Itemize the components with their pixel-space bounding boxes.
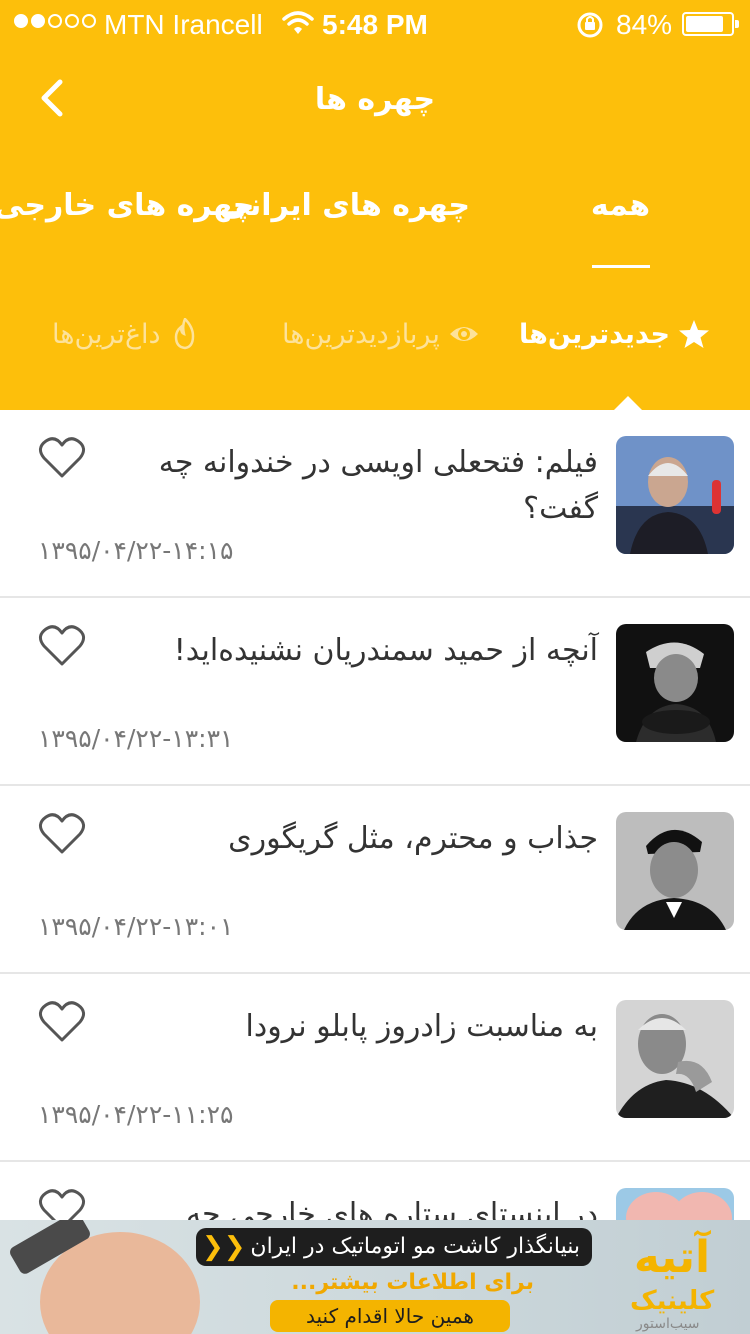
battery-percent: 84% [616,9,673,40]
watermark: سیب‌استور [636,1316,700,1332]
sort-tab-hottest[interactable]: داغ‌ترین‌ها [52,318,201,350]
signal-dot [65,14,79,28]
status-bar: MTN Irancell 5:48 PM 84% [0,0,750,50]
signal-strength-icon [14,14,96,28]
sort-selected-pointer [614,396,642,410]
page-title: چهره ها [314,82,436,117]
heart-icon[interactable] [38,812,86,856]
article-date: ۱۳۹۵/۰۴/۲۲-۱۱:۲۵ [38,1100,234,1129]
signal-dot [82,14,96,28]
heart-icon[interactable] [38,1000,86,1044]
article-thumbnail [616,1000,734,1118]
article-thumbnail [616,436,734,554]
star-icon [679,320,709,348]
ad-brand-logo: آتیه [633,1232,711,1283]
tab-selected-indicator [592,265,650,268]
ad-cta-button[interactable]: همین حالا اقدام کنید [270,1300,510,1332]
clock: 5:48 PM [322,9,428,40]
battery-icon [682,12,739,36]
article-title[interactable]: فیلم: فتحعلی اویسی در خندوانه چه گفت؟ [158,440,598,532]
tab-iranian-faces[interactable]: چهره های ایرانی [220,188,470,223]
list-item[interactable]: فیلم: فتحعلی اویسی در خندوانه چه گفت؟ ۱۳… [0,410,750,598]
list-item[interactable]: جذاب و محترم، مثل گریگوری ۱۳۹۵/۰۴/۲۲-۱۳:… [0,786,750,974]
article-date: ۱۳۹۵/۰۴/۲۲-۱۳:۰۱ [38,912,234,941]
list-item[interactable]: به مناسبت زادروز پابلو نرودا ۱۳۹۵/۰۴/۲۲-… [0,974,750,1162]
eye-icon [449,327,478,341]
article-date: ۱۳۹۵/۰۴/۲۲-۱۴:۱۵ [38,536,234,565]
sort-tab-most-viewed[interactable]: پربازدیدترین‌ها [282,318,480,350]
tab-foreign-faces[interactable]: چهره های خارجی [0,188,254,223]
flame-icon [174,318,194,350]
app-header: MTN Irancell 5:48 PM 84% چهره ها همه چهر… [0,0,750,410]
ad-brand-subtitle: کلینیک [630,1286,715,1316]
ad-headline: بنیانگذار کاشت مو اتوماتیک در ایران [196,1228,592,1266]
list-item[interactable]: آنچه از حمید سمندریان نشنیده‌اید! ۱۳۹۵/۰… [0,598,750,786]
signal-dot [14,14,28,28]
sort-tab-hottest-label: داغ‌ترین‌ها [52,318,161,350]
article-thumbnail [616,624,734,742]
tab-all[interactable]: همه [591,188,650,223]
article-title[interactable]: به مناسبت زادروز پابلو نرودا [158,1004,599,1050]
sort-tab-newest-label: جدیدترین‌ها [518,318,670,350]
carrier-name: MTN Irancell [104,9,263,40]
signal-dot [48,14,62,28]
sort-tab-newest[interactable]: جدیدترین‌ها [519,318,710,350]
article-date: ۱۳۹۵/۰۴/۲۲-۱۳:۳۱ [38,724,234,753]
article-title[interactable]: جذاب و محترم، مثل گریگوری [158,816,598,862]
ad-info-text: برای اطلاعات بیشتر... [291,1270,534,1295]
heart-icon[interactable] [38,436,86,480]
double-chevron-icon: ❯❯ [202,1232,246,1262]
heart-icon[interactable] [38,624,86,668]
wifi-icon [282,11,314,34]
article-thumbnail [616,812,734,930]
sort-tab-most-viewed-label: پربازدیدترین‌ها [282,318,440,350]
ad-banner[interactable]: بنیانگذار کاشت مو اتوماتیک در ایران ❯❯ ب… [0,1220,750,1334]
signal-dot [31,14,45,28]
article-title[interactable]: آنچه از حمید سمندریان نشنیده‌اید! [158,628,598,674]
rotation-lock-icon [577,12,603,38]
